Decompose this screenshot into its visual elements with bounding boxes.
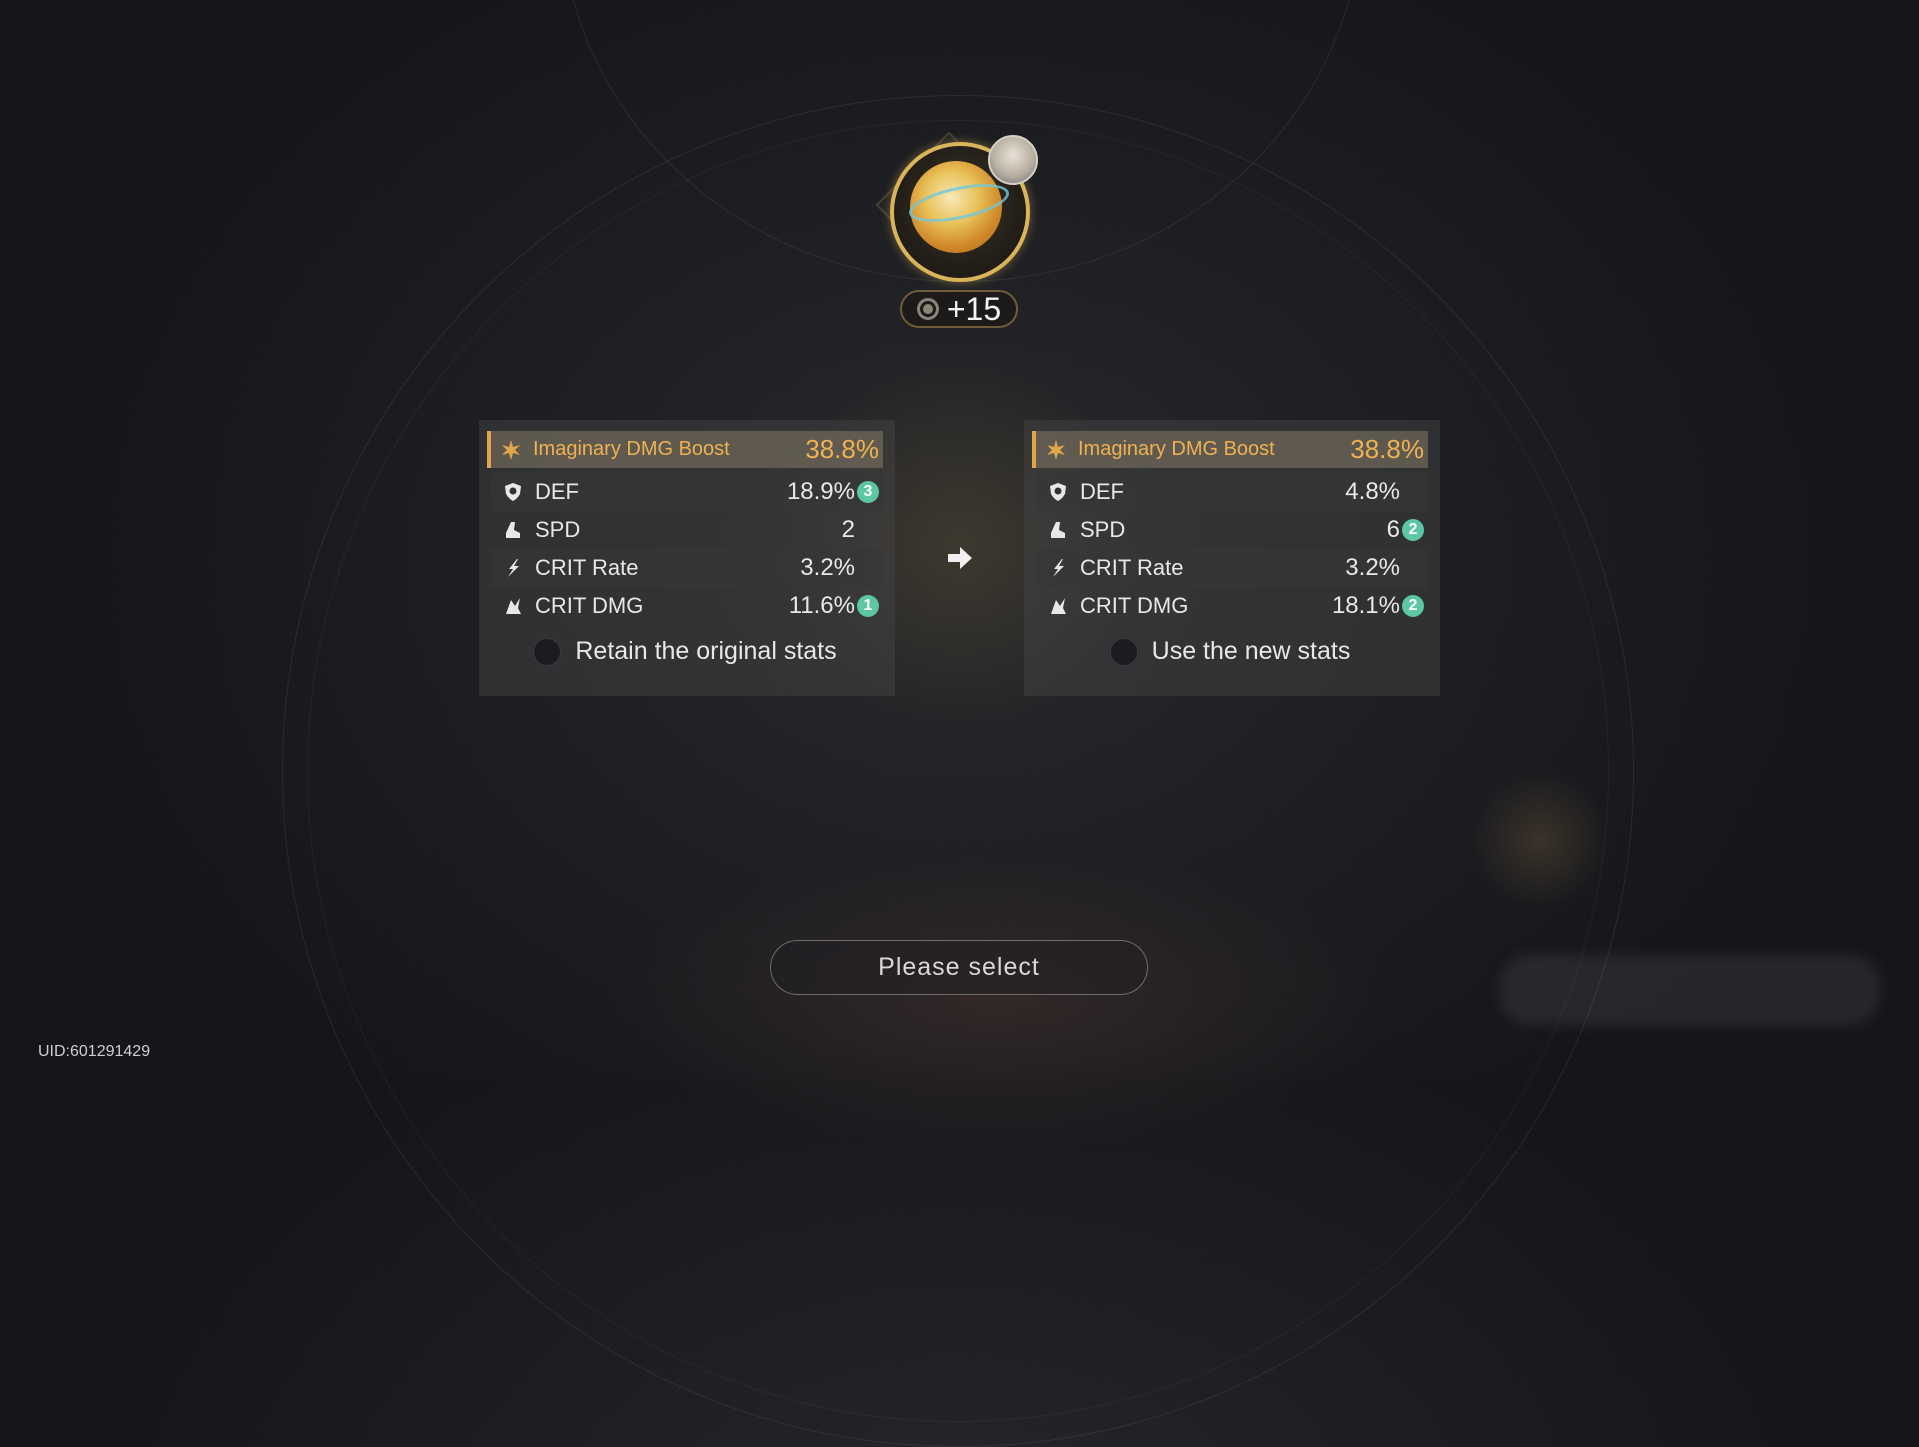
main-stat-row: Imaginary DMG Boost 38.8%	[487, 431, 883, 468]
character-avatar	[988, 135, 1038, 185]
main-stat-name: Imaginary DMG Boost	[533, 438, 730, 460]
relic-level-icon	[916, 298, 939, 320]
roll-count-badge: 3	[857, 481, 879, 503]
sub-stat-name: SPD	[535, 517, 581, 542]
sub-stat-name: DEF	[535, 479, 579, 504]
sub-stat-name: DEF	[1080, 479, 1124, 504]
sub-stat-row: CRIT Rate 3.2%	[491, 549, 883, 587]
sub-stat-value: 11.6%	[788, 592, 855, 619]
sub-stat-value: 3.2%	[1345, 554, 1400, 581]
relic-display	[875, 125, 1040, 295]
sub-stat-row: CRIT DMG 18.1% 2	[1036, 587, 1428, 625]
radio-button[interactable]	[533, 637, 562, 666]
boot-icon	[1046, 518, 1070, 542]
sub-stat-name: CRIT DMG	[1080, 593, 1189, 618]
shield-icon	[501, 480, 525, 504]
crit-rate-icon	[1046, 556, 1070, 580]
sub-stat-row: SPD 2	[491, 511, 883, 549]
crit-dmg-icon	[1046, 594, 1070, 618]
roll-count-badge: 2	[1402, 595, 1424, 617]
uid-label: UID:601291429	[38, 1043, 151, 1060]
sub-stat-row: DEF 4.8%	[1036, 473, 1428, 511]
crit-rate-icon	[501, 556, 525, 580]
option-label: Retain the original stats	[575, 637, 837, 665]
main-stat-row: Imaginary DMG Boost 38.8%	[1032, 431, 1428, 468]
imaginary-dmg-icon	[1044, 438, 1068, 462]
crit-dmg-icon	[501, 594, 525, 618]
sub-stat-value: 18.1%	[1331, 592, 1400, 619]
option-label: Use the new stats	[1151, 637, 1351, 665]
main-stat-value: 38.8%	[805, 434, 879, 464]
sub-stat-name: SPD	[1080, 517, 1126, 542]
main-stat-value: 38.8%	[1350, 434, 1424, 464]
sub-stat-value: 2	[841, 516, 855, 543]
sub-stat-value: 6	[1386, 516, 1400, 543]
relic-level: +15	[946, 290, 1002, 327]
original-stats-panel[interactable]: Imaginary DMG Boost 38.8% DEF 18.9% 3 SPD…	[479, 420, 895, 696]
roll-count-badge: 1	[857, 595, 879, 617]
sub-stat-row: SPD 62	[1036, 511, 1428, 549]
sub-stat-row: CRIT DMG 11.6% 1	[491, 587, 883, 625]
main-stat-name: Imaginary DMG Boost	[1078, 438, 1275, 460]
sub-stat-value: 4.8%	[1345, 478, 1400, 505]
roll-count-badge: 2	[1402, 519, 1424, 541]
imaginary-dmg-icon	[499, 438, 523, 462]
retain-original-option[interactable]: Retain the original stats	[487, 637, 883, 666]
sub-stat-name: CRIT Rate	[535, 555, 639, 580]
arrow-right-icon	[946, 544, 974, 572]
relic-level-badge: +15	[900, 290, 1018, 328]
please-select-button[interactable]: Please select	[770, 940, 1148, 995]
new-stats-panel[interactable]: Imaginary DMG Boost 38.8% DEF 4.8% SPD 6…	[1024, 420, 1440, 696]
boot-icon	[501, 518, 525, 542]
sub-stat-name: CRIT Rate	[1080, 555, 1184, 580]
sub-stat-value: 18.9%	[786, 478, 855, 505]
radio-button[interactable]	[1109, 637, 1138, 666]
sub-stat-value: 3.2%	[800, 554, 855, 581]
shield-icon	[1046, 480, 1070, 504]
sub-stat-row: CRIT Rate 3.2%	[1036, 549, 1428, 587]
sub-stat-name: CRIT DMG	[535, 593, 644, 618]
sub-stat-row: DEF 18.9% 3	[491, 473, 883, 511]
use-new-option[interactable]: Use the new stats	[1032, 637, 1428, 666]
